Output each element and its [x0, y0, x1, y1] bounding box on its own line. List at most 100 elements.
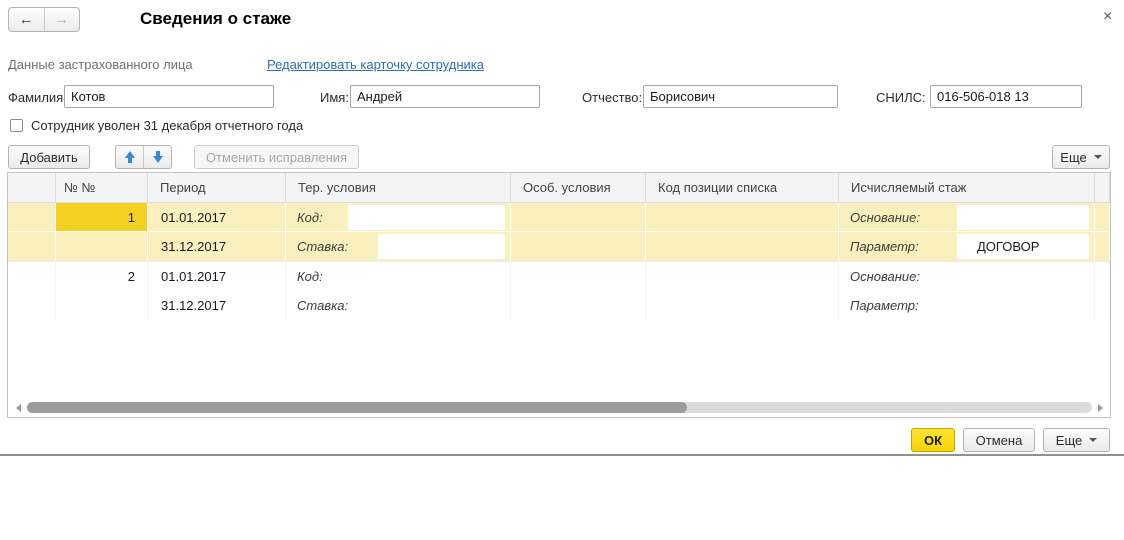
ter-rate-label: Ставка:: [286, 239, 378, 254]
firstname-label: Имя:: [320, 90, 349, 105]
insured-person-group-label: Данные застрахованного лица: [8, 57, 193, 72]
row-stub-cell: [1095, 291, 1110, 320]
window-bottom-border: [0, 454, 1124, 456]
row-gutter-cell[interactable]: [8, 203, 56, 232]
period-start-cell[interactable]: 01.01.2017: [148, 262, 286, 291]
staj-param-cell[interactable]: Параметр: ДОГОВОР: [839, 232, 1095, 261]
param-label: Параметр:: [839, 298, 957, 313]
back-button[interactable]: ←: [9, 8, 45, 31]
staj-basis-cell[interactable]: Основание:: [839, 203, 1095, 232]
middlename-label: Отчество:: [582, 90, 642, 105]
kod-pozicii-cell[interactable]: [646, 203, 839, 232]
ok-button[interactable]: ОК: [911, 428, 955, 452]
ter-code-label: Код:: [286, 269, 348, 284]
move-down-button[interactable]: [144, 146, 171, 168]
middlename-field[interactable]: [643, 85, 838, 108]
kod-pozicii-cell[interactable]: [646, 232, 839, 261]
kod-pozicii-cell[interactable]: [646, 291, 839, 320]
history-nav-group: ← →: [8, 7, 80, 32]
ter-code-value[interactable]: [348, 205, 505, 230]
header-num[interactable]: № №: [56, 173, 148, 202]
basis-label: Основание:: [839, 269, 957, 284]
add-button[interactable]: Добавить: [8, 145, 90, 169]
more-button-label: Еще: [1060, 150, 1086, 165]
lastname-field[interactable]: [64, 85, 274, 108]
ter-rate-value[interactable]: [378, 234, 505, 259]
arrow-up-icon: [125, 151, 135, 163]
staj-param-cell[interactable]: Параметр:: [839, 291, 1095, 320]
ter-code-label: Код:: [286, 210, 348, 225]
table-row[interactable]: 2 01.01.2017 Код: Основание: 31.12.2017: [8, 261, 1110, 320]
header-osob-usloviya[interactable]: Особ. условия: [511, 173, 646, 202]
osob-cell[interactable]: [511, 203, 646, 232]
row-num-cell-empty[interactable]: [56, 232, 148, 261]
move-up-button[interactable]: [116, 146, 144, 168]
scroll-right-icon[interactable]: [1098, 404, 1103, 412]
row-num-cell-empty[interactable]: [56, 291, 148, 320]
row-stub-cell: [1095, 262, 1110, 291]
ter-rate-label: Ставка:: [286, 298, 378, 313]
chevron-down-icon: [1094, 155, 1102, 159]
osob-cell[interactable]: [511, 291, 646, 320]
dialog-svedeniya-o-stazhe: ← → Сведения о стаже × Данные застрахова…: [0, 0, 1124, 540]
forward-button[interactable]: →: [45, 8, 80, 31]
ter-rate-cell[interactable]: Ставка:: [286, 232, 511, 261]
header-gutter: [8, 173, 56, 202]
param-label: Параметр:: [839, 239, 957, 254]
param-value-box[interactable]: ДОГОВОР: [957, 234, 1089, 259]
ter-rate-value[interactable]: [378, 293, 505, 318]
ter-code-cell[interactable]: Код:: [286, 262, 511, 291]
basis-label: Основание:: [839, 210, 957, 225]
basis-value[interactable]: [957, 264, 1089, 289]
row-gutter-cell[interactable]: [8, 262, 56, 291]
snils-field[interactable]: [930, 85, 1082, 108]
row-num-cell[interactable]: 1: [56, 203, 148, 232]
period-start-cell[interactable]: 01.01.2017: [148, 203, 286, 232]
ter-code-cell[interactable]: Код:: [286, 203, 511, 232]
ter-rate-cell[interactable]: Ставка:: [286, 291, 511, 320]
horizontal-scrollbar: [11, 401, 1107, 414]
row-num-cell[interactable]: 2: [56, 262, 148, 291]
move-row-group: [115, 145, 172, 169]
header-stub: [1095, 173, 1110, 202]
row-gutter-cell[interactable]: [8, 291, 56, 320]
more-button-top[interactable]: Еще: [1052, 145, 1110, 169]
osob-cell[interactable]: [511, 232, 646, 261]
forward-arrow-icon: →: [54, 11, 69, 28]
row-stub-cell: [1095, 203, 1110, 232]
param-value-box[interactable]: [957, 293, 1089, 318]
chevron-down-icon: [1089, 438, 1097, 442]
basis-value[interactable]: [957, 205, 1089, 230]
experience-table: № № Период Тер. условия Особ. условия Ко…: [7, 172, 1111, 418]
scrollbar-track[interactable]: [27, 402, 1092, 413]
back-arrow-icon: ←: [19, 11, 34, 28]
snils-label: СНИЛС:: [876, 90, 926, 105]
cancel-edits-button: Отменить исправления: [194, 145, 359, 169]
cancel-button[interactable]: Отмена: [963, 428, 1035, 452]
scrollbar-thumb[interactable]: [27, 402, 687, 413]
kod-pozicii-cell[interactable]: [646, 262, 839, 291]
arrow-down-icon: [153, 151, 163, 163]
dismissed-checkbox-label: Сотрудник уволен 31 декабря отчетного го…: [31, 118, 303, 133]
ter-code-value[interactable]: [348, 264, 505, 289]
header-ter-usloviya[interactable]: Тер. условия: [286, 173, 511, 202]
osob-cell[interactable]: [511, 262, 646, 291]
table-header-row: № № Период Тер. условия Особ. условия Ко…: [8, 173, 1110, 203]
header-kod-pozicii[interactable]: Код позиции списка: [646, 173, 839, 202]
header-ischislyaemyj-staj[interactable]: Исчисляемый стаж: [839, 173, 1095, 202]
close-icon[interactable]: ×: [1103, 8, 1112, 26]
staj-basis-cell[interactable]: Основание:: [839, 262, 1095, 291]
period-end-cell[interactable]: 31.12.2017: [148, 291, 286, 320]
table-row[interactable]: 1 01.01.2017 Код: Основание: 31.12.2017: [8, 203, 1110, 261]
scroll-left-icon[interactable]: [16, 404, 21, 412]
edit-employee-card-link[interactable]: Редактировать карточку сотрудника: [267, 57, 484, 72]
firstname-field[interactable]: [350, 85, 540, 108]
period-end-cell[interactable]: 31.12.2017: [148, 232, 286, 261]
more-button-label: Еще: [1056, 433, 1082, 448]
header-period[interactable]: Период: [148, 173, 286, 202]
lastname-label: Фамилия:: [8, 90, 67, 105]
param-value: ДОГОВОР: [957, 239, 1039, 254]
dismissed-checkbox[interactable]: [10, 119, 23, 132]
row-gutter-cell[interactable]: [8, 232, 56, 261]
more-button-bottom[interactable]: Еще: [1043, 428, 1110, 452]
